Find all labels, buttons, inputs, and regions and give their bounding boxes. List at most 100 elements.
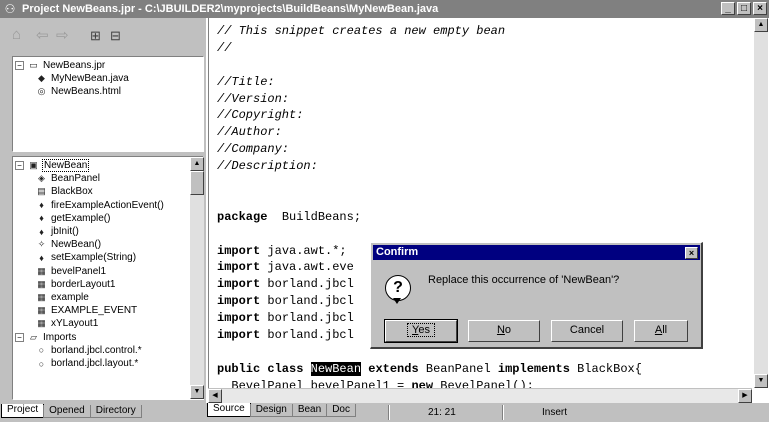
code-token: // This snippet creates a new empty bean xyxy=(217,24,506,38)
code-token: implements xyxy=(497,361,570,376)
tab-project[interactable]: Project xyxy=(1,404,45,418)
code-token: import xyxy=(217,243,261,258)
tab-bean[interactable]: Bean xyxy=(291,404,328,417)
tree-node[interactable]: ○ borland.jbcl.layout.* xyxy=(35,357,139,370)
cursor-position: 21: 21 xyxy=(428,407,456,418)
code-token: import xyxy=(217,260,261,275)
scroll-left-button[interactable]: ◀ xyxy=(208,389,222,403)
project-tree[interactable]: − ▭ NewBeans.jpr ◆ MyNewBean.java ◎ NewBeans.h… xyxy=(12,56,204,152)
maximize-button[interactable]: □ xyxy=(737,2,751,15)
tree-node[interactable]: ♦ getExample() xyxy=(35,212,110,225)
project-pane: ⌂ ⇦ ⇨ ⊞ ⊟ − ▭ NewBeans.jpr ◆ MyNewBean.java ◎… xyxy=(0,18,206,422)
code-line[interactable] xyxy=(217,175,642,192)
tab-design[interactable]: Design xyxy=(249,404,293,417)
code-line[interactable]: //Title: xyxy=(217,74,642,91)
code-line[interactable] xyxy=(217,226,642,243)
tree-node[interactable]: ♦ fireExampleActionEvent() xyxy=(35,199,164,212)
tab-source[interactable]: Source xyxy=(207,403,251,417)
tab-directory[interactable]: Directory xyxy=(89,405,142,418)
code-line[interactable]: //Company: xyxy=(217,141,642,158)
tree-node[interactable]: ▦ EXAMPLE_EVENT xyxy=(35,304,137,317)
tree-node[interactable]: − ▱ Imports xyxy=(15,331,76,344)
structure-scrollbar[interactable]: ▲ ▼ xyxy=(190,157,204,399)
interface-icon: ▤ xyxy=(37,186,46,197)
home-icon[interactable]: ⌂ xyxy=(12,26,21,43)
tree-node-label: example xyxy=(51,292,89,303)
status-divider xyxy=(388,405,390,420)
code-line[interactable]: //Version: xyxy=(217,91,642,108)
project-icon: ▭ xyxy=(29,60,38,70)
code-token: //Copyright: xyxy=(217,108,304,123)
collapse-toggle-icon[interactable]: − xyxy=(15,61,24,70)
navigation-toolbar: ⌂ ⇦ ⇨ ⊞ ⊟ xyxy=(0,18,206,56)
no-button[interactable]: No xyxy=(468,320,540,342)
tree-node[interactable]: ▦ borderLayout1 xyxy=(35,278,116,291)
tree-node[interactable]: ◆ MyNewBean.java xyxy=(35,72,129,85)
code-line[interactable] xyxy=(217,57,642,74)
tree-node[interactable]: ♦ setExample(String) xyxy=(35,251,136,264)
code-line[interactable]: // xyxy=(217,40,642,57)
tree-node[interactable]: ◈ BeanPanel xyxy=(35,172,100,185)
editor-vertical-scrollbar[interactable]: ▲ ▼ xyxy=(754,18,768,388)
method-icon: ♦ xyxy=(39,200,44,211)
cancel-button[interactable]: Cancel xyxy=(551,320,623,342)
code-token: //Author: xyxy=(217,125,282,140)
code-line[interactable]: //Description: xyxy=(217,158,642,175)
tree-node[interactable]: ○ borland.jbcl.control.* xyxy=(35,344,142,357)
tree-node-label: fireExampleActionEvent() xyxy=(51,199,164,211)
tree-node-label: borderLayout1 xyxy=(51,278,116,290)
tree-node[interactable]: ◎ NewBeans.html xyxy=(35,85,121,98)
code-token: BeanPanel xyxy=(418,361,498,376)
tree-node-label: Imports xyxy=(43,331,77,343)
scroll-up-button[interactable]: ▲ xyxy=(190,157,204,171)
field-icon: ▦ xyxy=(37,265,46,276)
method-icon: ♦ xyxy=(39,213,44,224)
scroll-right-button[interactable]: ▶ xyxy=(738,389,752,403)
code-line[interactable]: // This snippet creates a new empty bean xyxy=(217,23,642,40)
remove-file-icon[interactable]: ⊟ xyxy=(110,28,121,44)
code-line[interactable] xyxy=(217,192,642,209)
tree-node-label: NewBean() xyxy=(51,239,102,251)
yes-button[interactable]: Yes xyxy=(384,319,458,343)
all-button[interactable]: All xyxy=(634,320,688,342)
code-line[interactable]: package BuildBeans; xyxy=(217,209,642,226)
back-icon[interactable]: ⇦ xyxy=(36,26,49,44)
bean-icon: ◈ xyxy=(38,173,45,184)
minimize-button[interactable]: _ xyxy=(721,2,735,15)
tree-node[interactable]: ▦ example xyxy=(35,291,89,304)
scroll-down-button[interactable]: ▼ xyxy=(190,385,204,399)
collapse-toggle-icon[interactable]: − xyxy=(15,332,24,342)
tab-opened[interactable]: Opened xyxy=(43,405,91,418)
code-line[interactable]: public class NewBean extends BeanPanel i… xyxy=(217,361,642,378)
add-file-icon[interactable]: ⊞ xyxy=(90,28,101,44)
code-token: borland.jbcl xyxy=(260,277,354,292)
tree-node[interactable]: ▦ xYLayout1 xyxy=(35,317,98,330)
code-line[interactable]: //Author: xyxy=(217,124,642,141)
collapse-toggle-icon[interactable]: − xyxy=(15,161,24,170)
button-label: Yes xyxy=(407,323,435,337)
scroll-thumb[interactable] xyxy=(190,171,204,195)
editor-scroll-up-button[interactable]: ▲ xyxy=(754,18,768,32)
editor-horizontal-scrollbar[interactable]: ◀ ▶ xyxy=(208,388,752,403)
tab-doc[interactable]: Doc xyxy=(326,404,356,417)
close-button[interactable]: × xyxy=(753,2,767,15)
dialog-close-button[interactable]: × xyxy=(685,247,698,259)
tree-node[interactable]: − ▣ NewBean xyxy=(15,159,90,172)
tree-node[interactable]: ✧ NewBean() xyxy=(35,238,101,251)
forward-icon[interactable]: ⇨ xyxy=(56,26,69,44)
code-token: borland.jbcl xyxy=(260,311,354,326)
code-line[interactable]: //Copyright: xyxy=(217,107,642,124)
tree-node[interactable]: − ▭ NewBeans.jpr xyxy=(15,59,105,72)
editor-scroll-down-button[interactable]: ▼ xyxy=(754,374,768,388)
structure-tree[interactable]: − ▣ NewBean ◈ BeanPanel ▤ BlackBox ♦ fireExample… xyxy=(12,156,204,400)
tree-node[interactable]: ♦ jbInit() xyxy=(35,225,79,238)
method-icon: ♦ xyxy=(39,252,44,263)
tree-node[interactable]: ▦ bevelPanel1 xyxy=(35,265,106,278)
tree-node-label: EXAMPLE_EVENT xyxy=(51,305,138,317)
java-file-icon: ◆ xyxy=(38,73,45,84)
field-icon: ▦ xyxy=(37,318,46,329)
tree-node[interactable]: ▤ BlackBox xyxy=(35,185,92,198)
field-icon: ▦ xyxy=(37,278,46,289)
jbuilder-icon[interactable]: ⚇ xyxy=(2,2,18,16)
button-label: No xyxy=(496,324,512,336)
